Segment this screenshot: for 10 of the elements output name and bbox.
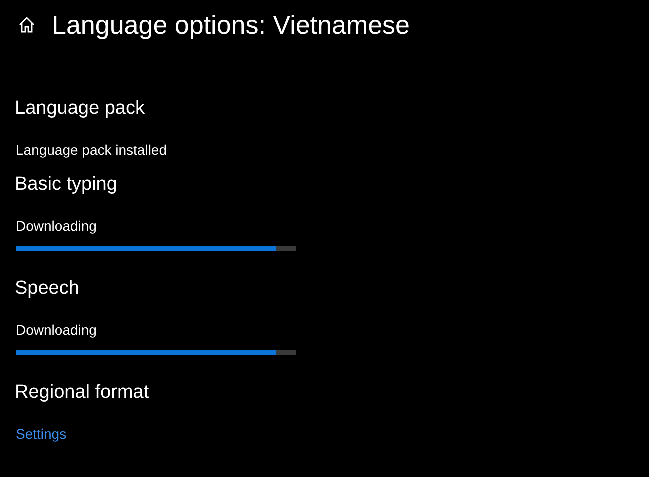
section-heading: Language pack xyxy=(15,97,146,121)
settings-link[interactable]: Settings xyxy=(16,425,67,443)
section-heading: Speech xyxy=(15,277,80,301)
status-text: Downloading xyxy=(16,321,97,339)
status-text: Language pack installed xyxy=(16,141,168,159)
page-title: Language options: Vietnamese xyxy=(52,10,410,40)
section-heading: Basic typing xyxy=(15,173,118,197)
home-icon xyxy=(18,16,36,34)
status-text: Downloading xyxy=(16,217,97,235)
section-heading: Regional format xyxy=(15,381,150,405)
